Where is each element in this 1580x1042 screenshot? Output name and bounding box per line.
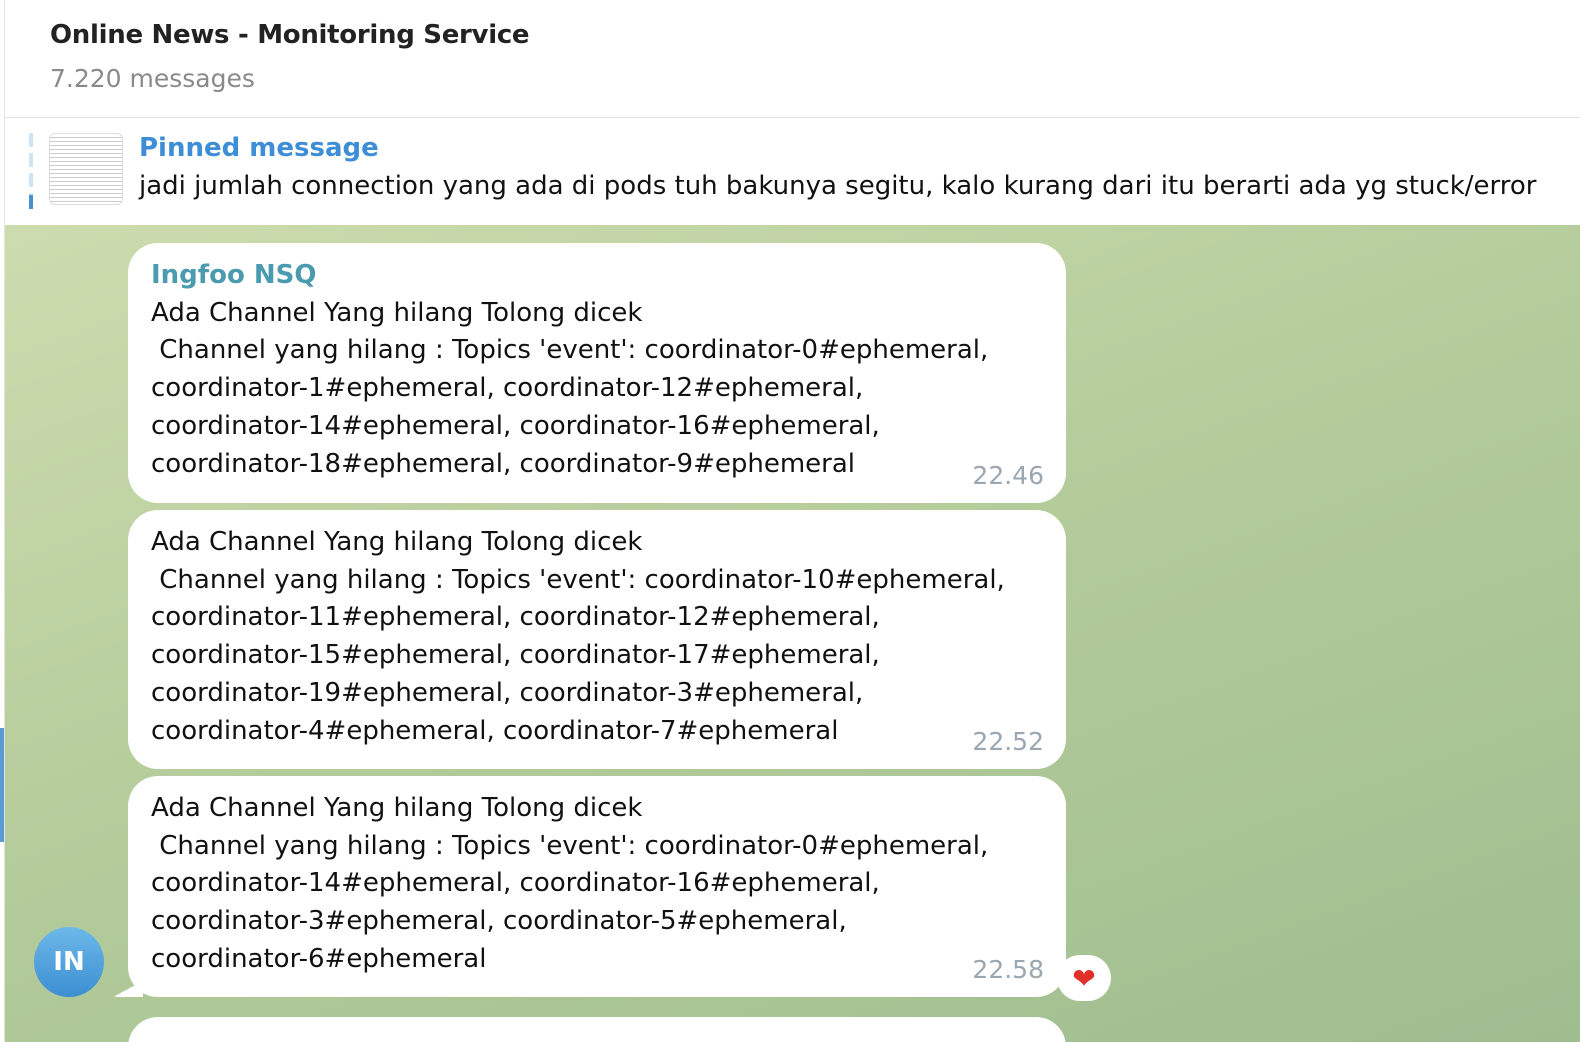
avatar[interactable]: IN	[34, 927, 104, 997]
message-text: Ada Channel Yang hilang Tolong dicek Cha…	[151, 793, 989, 974]
message-time: 22.46	[972, 461, 1044, 491]
pinned-message-bar[interactable]: Pinned message jadi jumlah connection ya…	[5, 119, 1580, 225]
message-count: 7.220 messages	[50, 64, 255, 93]
message-bubble[interactable]: Ada Channel Yang hilang Tolong dicek Cha…	[128, 510, 1066, 769]
chat-title: Online News - Monitoring Service	[50, 20, 530, 50]
message-bubble[interactable]	[128, 1017, 1066, 1042]
chat-area: Ingfoo NSQ Ada Channel Yang hilang Tolon…	[5, 225, 1580, 1042]
sender-name[interactable]: Ingfoo NSQ	[151, 257, 1043, 295]
pinned-label: Pinned message	[139, 133, 379, 163]
chat-header[interactable]: Online News - Monitoring Service 7.220 m…	[5, 0, 1580, 118]
message-text: Ada Channel Yang hilang Tolong dicek Cha…	[151, 527, 1005, 746]
pinned-thumbnail	[49, 133, 123, 205]
message-time: 22.58	[972, 955, 1044, 985]
sidebar-edge	[0, 0, 5, 1042]
pinned-indicator	[29, 133, 33, 209]
message-bubble[interactable]: Ada Channel Yang hilang Tolong dicek Cha…	[128, 776, 1066, 997]
sidebar-active-indicator	[0, 728, 4, 842]
message-bubble[interactable]: Ingfoo NSQ Ada Channel Yang hilang Tolon…	[128, 243, 1066, 503]
heart-icon: ❤	[1072, 961, 1096, 995]
message-text: Ada Channel Yang hilang Tolong dicek Cha…	[151, 297, 989, 479]
message-time: 22.52	[972, 727, 1044, 757]
heart-reaction[interactable]: ❤	[1057, 955, 1111, 1001]
pinned-text: jadi jumlah connection yang ada di pods …	[139, 171, 1537, 201]
